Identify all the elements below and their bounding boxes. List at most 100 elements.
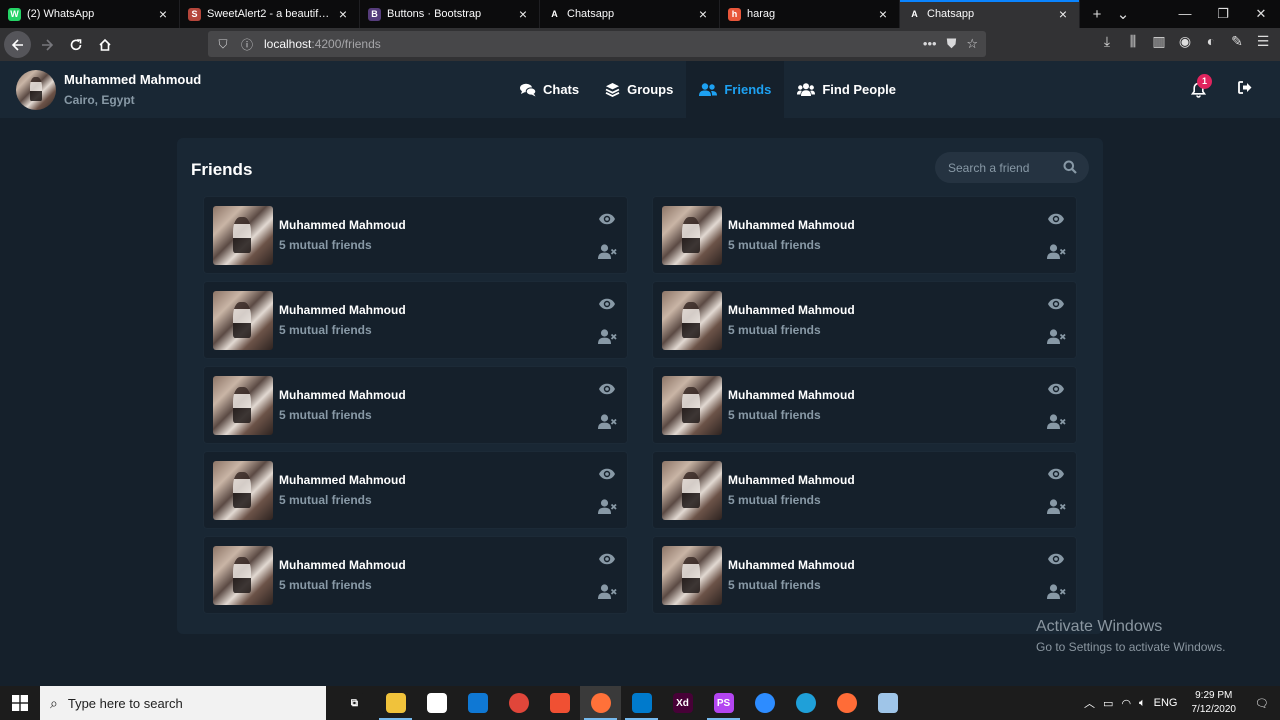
taskbar-app[interactable] xyxy=(621,686,662,720)
download-icon[interactable]: ⤓ xyxy=(1098,33,1116,50)
view-profile-button[interactable] xyxy=(597,466,617,482)
search-input[interactable] xyxy=(948,160,1058,175)
view-profile-button[interactable] xyxy=(1046,296,1066,312)
taskbar-app[interactable]: Xd xyxy=(662,686,703,720)
view-profile-button[interactable] xyxy=(1046,466,1066,482)
friend-name[interactable]: Muhammed Mahmoud xyxy=(728,303,855,317)
sidebar-icon[interactable]: ▥ xyxy=(1150,33,1168,50)
tab-close-icon[interactable]: × xyxy=(335,6,351,22)
taskbar-app[interactable] xyxy=(867,686,908,720)
tab-close-icon[interactable]: × xyxy=(1055,6,1071,22)
browser-tab[interactable]: B Buttons · Bootstrap × xyxy=(360,0,540,28)
account-icon[interactable]: ◉ xyxy=(1176,33,1194,50)
tab-list-chevron-icon[interactable]: ⌄ xyxy=(1110,5,1136,23)
view-profile-button[interactable] xyxy=(597,381,617,397)
action-center-icon[interactable]: 🗨︎ xyxy=(1250,697,1274,710)
friend-name[interactable]: Muhammed Mahmoud xyxy=(728,473,855,487)
unfriend-button[interactable] xyxy=(1046,497,1066,515)
logout-button[interactable] xyxy=(1238,80,1252,99)
user-profile[interactable]: Muhammed Mahmoud Cairo, Egypt xyxy=(16,69,201,110)
nav-groups[interactable]: Groups xyxy=(592,61,686,118)
minimize-icon[interactable]: — xyxy=(1166,0,1204,28)
page-actions-icon[interactable]: ••• xyxy=(923,36,937,52)
view-profile-button[interactable] xyxy=(1046,211,1066,227)
friend-name[interactable]: Muhammed Mahmoud xyxy=(279,388,406,402)
address-bar[interactable]: ⛉ ⓘ localhost:4200/friends ••• ⛊ ☆ xyxy=(208,31,986,57)
forward-button[interactable] xyxy=(33,31,60,58)
shield-icon[interactable]: ⛉ xyxy=(214,37,232,52)
nav-friends[interactable]: Friends xyxy=(686,61,785,118)
tab-close-icon[interactable]: × xyxy=(155,6,171,22)
taskbar-app[interactable]: PS xyxy=(703,686,744,720)
friend-avatar[interactable] xyxy=(213,376,273,435)
nav-find-people[interactable]: Find People xyxy=(784,61,909,118)
view-profile-button[interactable] xyxy=(597,296,617,312)
friend-name[interactable]: Muhammed Mahmoud xyxy=(279,303,406,317)
volume-icon[interactable]: 🔈︎ xyxy=(1139,697,1146,710)
language-indicator[interactable]: ENG xyxy=(1154,697,1178,709)
friend-avatar[interactable] xyxy=(662,206,722,265)
taskbar-app[interactable] xyxy=(744,686,785,720)
taskbar-app[interactable] xyxy=(457,686,498,720)
reload-button[interactable] xyxy=(62,31,89,58)
browser-tab[interactable]: h harag × xyxy=(720,0,900,28)
friend-name[interactable]: Muhammed Mahmoud xyxy=(728,558,855,572)
friend-name[interactable]: Muhammed Mahmoud xyxy=(728,218,855,232)
pocket-icon[interactable]: ⛊ xyxy=(947,36,957,52)
unfriend-button[interactable] xyxy=(597,582,617,600)
taskbar-search[interactable]: ⌕ Type here to search xyxy=(40,686,326,720)
battery-icon[interactable]: ▭ xyxy=(1103,697,1113,710)
unfriend-button[interactable] xyxy=(1046,327,1066,345)
friend-avatar[interactable] xyxy=(662,291,722,350)
friend-avatar[interactable] xyxy=(662,546,722,605)
taskbar-app[interactable] xyxy=(539,686,580,720)
avatar[interactable] xyxy=(16,69,56,110)
library-icon[interactable]: ⫼ xyxy=(1124,33,1142,50)
unfriend-button[interactable] xyxy=(1046,582,1066,600)
friend-avatar[interactable] xyxy=(662,461,722,520)
taskbar-app[interactable] xyxy=(375,686,416,720)
nav-chats[interactable]: Chats xyxy=(507,61,592,118)
menu-icon[interactable]: ☰ xyxy=(1254,33,1272,50)
restore-icon[interactable]: ❐ xyxy=(1204,0,1242,28)
friend-name[interactable]: Muhammed Mahmoud xyxy=(279,473,406,487)
taskbar-app[interactable] xyxy=(416,686,457,720)
tab-close-icon[interactable]: × xyxy=(875,6,891,22)
browser-tab[interactable]: A Chatsapp × xyxy=(900,0,1080,28)
back-button[interactable] xyxy=(4,31,31,58)
info-icon[interactable]: ⓘ xyxy=(238,36,256,53)
search-icon[interactable] xyxy=(1063,160,1077,179)
window-close-icon[interactable]: ✕ xyxy=(1242,0,1280,28)
bookmark-star-icon[interactable]: ☆ xyxy=(966,36,978,52)
friend-name[interactable]: Muhammed Mahmoud xyxy=(279,558,406,572)
unfriend-button[interactable] xyxy=(597,412,617,430)
browser-tab[interactable]: A Chatsapp × xyxy=(540,0,720,28)
friend-name[interactable]: Muhammed Mahmoud xyxy=(728,388,855,402)
unfriend-button[interactable] xyxy=(597,242,617,260)
wifi-icon[interactable]: ◠ xyxy=(1121,697,1131,710)
taskbar-app[interactable] xyxy=(498,686,539,720)
clock[interactable]: 9:29 PM 7/12/2020 xyxy=(1192,689,1237,717)
view-profile-button[interactable] xyxy=(597,211,617,227)
browser-tab[interactable]: W (2) WhatsApp × xyxy=(0,0,180,28)
notifications-button[interactable]: 1 xyxy=(1188,73,1212,100)
unfriend-button[interactable] xyxy=(1046,412,1066,430)
friend-name[interactable]: Muhammed Mahmoud xyxy=(279,218,406,232)
taskbar-app[interactable] xyxy=(785,686,826,720)
tray-chevron-icon[interactable]: ︿ xyxy=(1084,695,1095,711)
unfriend-button[interactable] xyxy=(597,327,617,345)
tab-close-icon[interactable]: × xyxy=(515,6,531,22)
friend-avatar[interactable] xyxy=(213,546,273,605)
taskbar-app[interactable] xyxy=(580,686,621,720)
view-profile-button[interactable] xyxy=(597,551,617,567)
browser-tab[interactable]: S SweetAlert2 - a beautiful, responsive× xyxy=(180,0,360,28)
view-profile-button[interactable] xyxy=(1046,551,1066,567)
start-button[interactable] xyxy=(0,686,40,720)
unfriend-button[interactable] xyxy=(597,497,617,515)
friend-avatar[interactable] xyxy=(213,461,273,520)
pen-icon[interactable]: ✎ xyxy=(1228,33,1246,50)
friend-avatar[interactable] xyxy=(662,376,722,435)
unfriend-button[interactable] xyxy=(1046,242,1066,260)
extension-icon[interactable]: ◐ xyxy=(1202,33,1220,50)
new-tab-icon[interactable]: + xyxy=(1084,6,1110,23)
